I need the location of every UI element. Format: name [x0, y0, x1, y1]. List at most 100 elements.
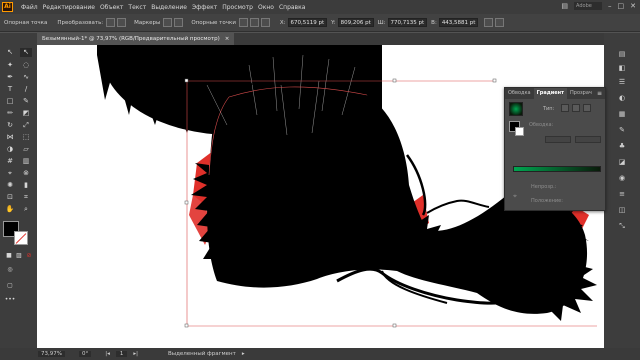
transform-icon[interactable] [495, 18, 505, 27]
shape-builder-icon[interactable]: ◑ [4, 145, 16, 154]
menu-edit[interactable]: Редактирование [43, 4, 95, 11]
gradient-type-radial[interactable] [572, 104, 580, 112]
document-tab-title: Безымянный-1* @ 73,97% (RGB/Предваритель… [42, 36, 220, 42]
zoom-level[interactable]: 73,97% [38, 351, 65, 357]
swatches-icon[interactable]: ▦ [616, 109, 628, 119]
brushes-icon[interactable]: ✎ [616, 125, 628, 135]
marker-hide-icon[interactable] [174, 18, 184, 27]
align-icon[interactable] [484, 18, 494, 27]
eyedropper-icon-panel[interactable]: ⌖ [513, 192, 517, 201]
tab-gradient[interactable]: Градиент [533, 88, 568, 99]
stroke-swatch-small[interactable] [515, 127, 524, 136]
pencil-tool-icon[interactable]: ✏ [4, 109, 16, 118]
control-bar: Опорная точка Преобразовать: Маркеры Опо… [0, 14, 640, 32]
last-page-icon[interactable]: ▸| [133, 351, 138, 357]
none-mode-icon[interactable]: ⊘ [23, 251, 35, 260]
panel-menu-icon[interactable]: ≡ [597, 90, 602, 97]
line-tool-icon[interactable]: / [20, 85, 32, 94]
menu-file[interactable]: Файл [21, 4, 38, 11]
selection-tool-icon[interactable]: ↖ [4, 48, 16, 57]
symbols-icon[interactable]: ♣ [616, 141, 628, 151]
document-tab-bar: Безымянный-1* @ 73,97% (RGB/Предваритель… [37, 33, 604, 45]
lasso-icon[interactable]: ◌ [20, 61, 32, 70]
mesh-tool-icon[interactable]: # [4, 157, 16, 166]
menu-help[interactable]: Справка [279, 4, 305, 11]
x-field[interactable]: 670,5119 pt [287, 18, 328, 27]
scale-tool-icon[interactable]: ⤢ [20, 121, 32, 130]
more-tools-icon[interactable]: ••• [4, 295, 16, 304]
color-icon[interactable]: ◐ [616, 93, 628, 103]
anchor-join-icon[interactable] [249, 18, 259, 27]
marker-show-icon[interactable] [163, 18, 173, 27]
align-panel-icon[interactable]: ≡ [616, 189, 628, 199]
menu-view[interactable]: Просмотр [222, 4, 253, 11]
h-field[interactable]: 443,5881 pt [438, 18, 479, 27]
transform-panel-icon[interactable]: ⤡ [616, 221, 628, 231]
slice-tool-icon[interactable]: ⌗ [20, 193, 32, 202]
menu-window[interactable]: Окно [258, 4, 274, 11]
menu-effect[interactable]: Эффект [192, 4, 217, 11]
layers-icon[interactable]: ◧ [616, 63, 628, 73]
menu-select[interactable]: Выделение [151, 4, 187, 11]
eyedropper-icon[interactable]: ⌖ [4, 169, 16, 178]
symbol-sprayer-icon[interactable]: ✺ [4, 181, 16, 190]
rotation-value[interactable]: 0° [78, 351, 92, 357]
gradient-type-linear[interactable] [561, 104, 569, 112]
properties-icon[interactable]: ▤ [616, 49, 628, 59]
libraries-icon[interactable]: ☰ [616, 77, 628, 87]
free-transform-icon[interactable]: ⬚ [20, 133, 32, 142]
workspace-icon[interactable]: ▤ [561, 2, 568, 10]
convert-corner-icon[interactable] [106, 18, 116, 27]
aspect-field[interactable] [575, 136, 601, 143]
draw-mode-icon[interactable]: ◎ [4, 265, 16, 274]
zoom-tool-icon[interactable]: ⌕ [20, 205, 32, 214]
perspective-icon[interactable]: ▱ [20, 145, 32, 154]
close-icon[interactable]: ✕ [630, 2, 636, 10]
convert-label: Преобразовать: [57, 19, 104, 26]
window-controls: ▤ Adobe – □ ✕ [561, 2, 636, 10]
w-field[interactable]: 770,7135 pt [387, 18, 428, 27]
pen-tool-icon[interactable]: ✒ [4, 73, 16, 82]
eraser-tool-icon[interactable]: ◩ [20, 109, 32, 118]
pathfinder-icon[interactable]: ◫ [616, 205, 628, 215]
page-number[interactable]: 1 [115, 351, 128, 357]
width-tool-icon[interactable]: ⋈ [4, 133, 16, 142]
appearance-icon[interactable]: ◉ [616, 173, 628, 183]
gradient-slider[interactable] [513, 166, 601, 172]
y-field[interactable]: 809,206 pt [337, 18, 374, 27]
hand-tool-icon[interactable]: ✋ [4, 205, 16, 214]
screen-mode-icon[interactable]: ▢ [4, 281, 16, 290]
graphic-styles-icon[interactable]: ◪ [616, 157, 628, 167]
panel-tabs: Обводка Градиент Прозрач ≡ [505, 88, 605, 99]
curvature-icon[interactable]: ∿ [20, 73, 32, 82]
rotate-tool-icon[interactable]: ↻ [4, 121, 16, 130]
tab-stroke[interactable]: Обводка [505, 88, 534, 99]
gradient-preview-swatch[interactable] [509, 102, 523, 116]
maximize-icon[interactable]: □ [618, 2, 625, 10]
brush-tool-icon[interactable]: ✎ [20, 97, 32, 106]
graph-tool-icon[interactable]: ▮ [20, 181, 32, 190]
menu-text[interactable]: Текст [128, 4, 146, 11]
direct-selection-tool-icon[interactable]: ↖ [20, 48, 32, 57]
magic-wand-icon[interactable]: ✦ [4, 61, 16, 70]
tab-transparency[interactable]: Прозрач [567, 88, 595, 99]
convert-smooth-icon[interactable] [117, 18, 127, 27]
artboard-tool-icon[interactable]: ⊡ [4, 193, 16, 202]
anchor-remove-icon[interactable] [238, 18, 248, 27]
w-label: Ш: [377, 19, 386, 26]
blend-tool-icon[interactable]: ⊗ [20, 169, 32, 178]
minimize-icon[interactable]: – [608, 2, 612, 10]
document-tab[interactable]: Безымянный-1* @ 73,97% (RGB/Предваритель… [37, 33, 235, 45]
close-tab-icon[interactable]: × [225, 33, 230, 45]
first-page-icon[interactable]: |◂ [105, 351, 110, 357]
gradient-type-freeform[interactable] [583, 104, 591, 112]
status-arrow-icon[interactable]: ▸ [242, 351, 245, 357]
gradient-tool-icon[interactable]: ▥ [20, 157, 32, 166]
type-tool-icon[interactable]: T [4, 85, 16, 94]
angle-field[interactable] [545, 136, 571, 143]
anchor-cut-icon[interactable] [260, 18, 270, 27]
search-input[interactable]: Adobe [574, 2, 602, 10]
menu-object[interactable]: Объект [100, 4, 123, 11]
rectangle-tool-icon[interactable]: □ [4, 97, 16, 106]
right-panel-strip: ▤ ◧ ☰ ◐ ▦ ✎ ♣ ◪ ◉ ≡ ◫ ⤡ [604, 33, 640, 348]
